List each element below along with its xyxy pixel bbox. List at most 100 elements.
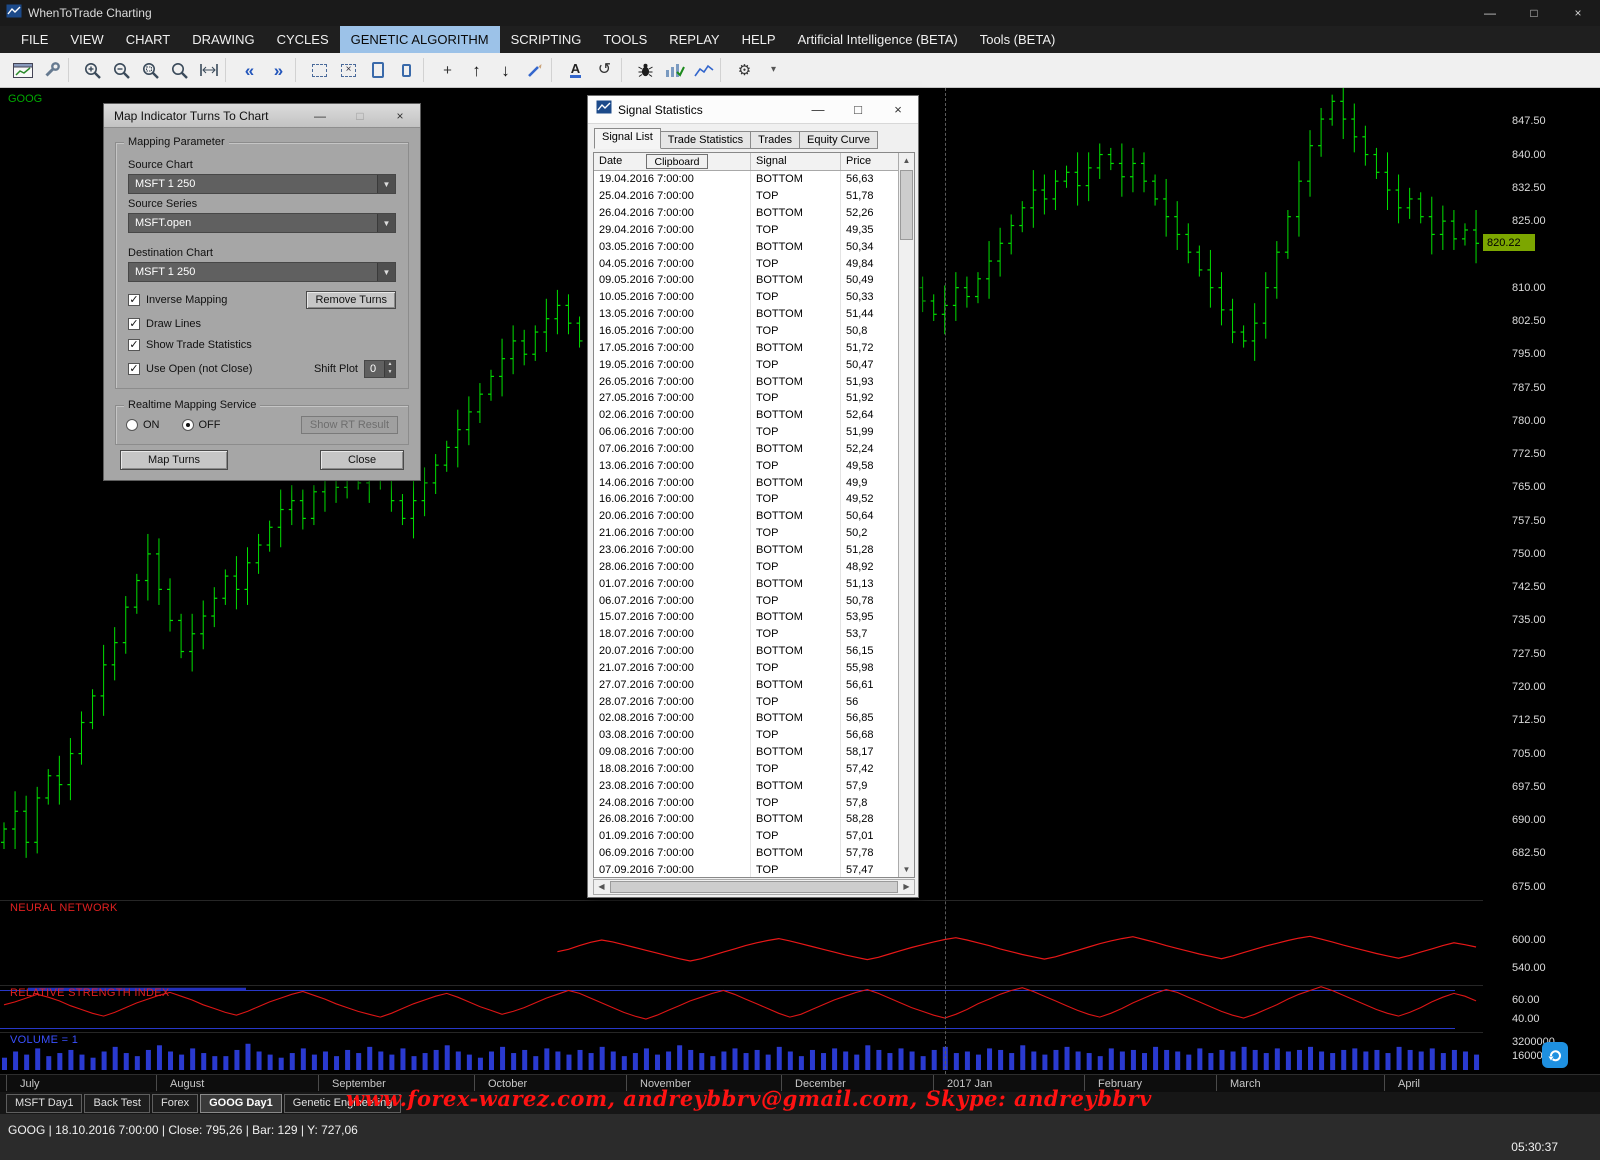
menu-drawing[interactable]: DRAWING — [181, 26, 265, 53]
signal-dialog-titlebar[interactable]: Signal Statistics — □ × — [588, 96, 918, 124]
scroll-right-icon[interactable]: ▶ — [899, 880, 914, 894]
signal-row[interactable]: 16.05.2016 7:00:00TOP50,8 — [594, 323, 898, 340]
signal-dialog-close-button[interactable]: × — [878, 96, 918, 124]
signal-row[interactable]: 27.05.2016 7:00:00TOP51,92 — [594, 390, 898, 407]
window-close-button[interactable]: × — [1556, 0, 1600, 26]
horizontal-scrollbar[interactable]: ◀ ▶ — [593, 879, 915, 895]
history-icon[interactable]: ↺ — [590, 56, 619, 85]
menu-help[interactable]: HELP — [731, 26, 787, 53]
signal-row[interactable]: 25.04.2016 7:00:00TOP51,78 — [594, 188, 898, 205]
signal-row[interactable]: 28.06.2016 7:00:00TOP48,92 — [594, 558, 898, 575]
signal-row[interactable]: 06.09.2016 7:00:00BOTTOM57,78 — [594, 845, 898, 862]
chevron-down-icon[interactable]: ▼ — [377, 175, 395, 193]
chart-tab-msft-day1[interactable]: MSFT Day1 — [6, 1094, 82, 1113]
signal-row[interactable]: 04.05.2016 7:00:00TOP49,84 — [594, 255, 898, 272]
scroll-down-icon[interactable]: ▼ — [899, 862, 914, 877]
signal-dialog-minimize-button[interactable]: — — [798, 96, 838, 124]
wrench-icon[interactable] — [37, 56, 66, 85]
signal-row[interactable]: 01.09.2016 7:00:00TOP57,01 — [594, 828, 898, 845]
chart-window-icon[interactable] — [8, 56, 37, 85]
signal-row[interactable]: 06.06.2016 7:00:00TOP51,99 — [594, 424, 898, 441]
signal-row[interactable]: 19.04.2016 7:00:00BOTTOM56,63 — [594, 171, 898, 188]
rsi-pane[interactable] — [0, 985, 1483, 1032]
tab-trades[interactable]: Trades — [750, 131, 800, 149]
signal-row[interactable]: 24.08.2016 7:00:00TOP57,8 — [594, 794, 898, 811]
signal-dialog-maximize-button[interactable]: □ — [838, 96, 878, 124]
pencil-icon[interactable] — [520, 56, 549, 85]
destination-chart-select[interactable]: MSFT 1 250 ▼ — [128, 262, 396, 282]
source-chart-select[interactable]: MSFT 1 250 ▼ — [128, 174, 396, 194]
scroll-left-icon[interactable]: « — [235, 56, 264, 85]
arrow-down-icon[interactable]: ↓ — [491, 56, 520, 85]
signal-row[interactable]: 15.07.2016 7:00:00BOTTOM53,95 — [594, 609, 898, 626]
signal-row[interactable]: 28.07.2016 7:00:00TOP56 — [594, 693, 898, 710]
signal-row[interactable]: 26.08.2016 7:00:00BOTTOM58,28 — [594, 811, 898, 828]
vertical-scrollbar[interactable]: ▲ ▼ — [898, 153, 914, 877]
menu-file[interactable]: FILE — [10, 26, 59, 53]
tab-signal-list[interactable]: Signal List — [594, 128, 661, 149]
map-dialog-minimize-button[interactable]: — — [300, 104, 340, 128]
signal-row[interactable]: 02.08.2016 7:00:00BOTTOM56,85 — [594, 710, 898, 727]
signal-row[interactable]: 14.06.2016 7:00:00BOTTOM49,9 — [594, 474, 898, 491]
column-header-signal[interactable]: Signal — [751, 153, 841, 170]
line-chart-icon[interactable] — [689, 56, 718, 85]
chart-check-icon[interactable] — [660, 56, 689, 85]
chart-tab-back-test[interactable]: Back Test — [84, 1094, 150, 1113]
signal-row[interactable]: 02.06.2016 7:00:00BOTTOM52,64 — [594, 407, 898, 424]
signal-row[interactable]: 17.05.2016 7:00:00BOTTOM51,72 — [594, 339, 898, 356]
signal-row[interactable]: 21.07.2016 7:00:00TOP55,98 — [594, 659, 898, 676]
draw-lines-checkbox[interactable]: ✓ — [128, 318, 140, 330]
shift-plot-spinner[interactable]: 0 ▲▼ — [364, 360, 396, 378]
scroll-left-icon[interactable]: ◀ — [594, 880, 609, 894]
rt-off-radio[interactable] — [182, 419, 194, 431]
column-header-price[interactable]: Price — [841, 153, 898, 170]
signal-row[interactable]: 26.05.2016 7:00:00BOTTOM51,93 — [594, 373, 898, 390]
sync-badge-icon[interactable] — [1542, 1042, 1568, 1068]
signal-row[interactable]: 07.06.2016 7:00:00BOTTOM52,24 — [594, 441, 898, 458]
tablet-icon[interactable] — [363, 56, 392, 85]
map-dialog-titlebar[interactable]: Map Indicator Turns To Chart — □ × — [104, 104, 420, 128]
zoom-in-icon[interactable] — [78, 56, 107, 85]
signal-row[interactable]: 07.09.2016 7:00:00TOP57,47 — [594, 862, 898, 877]
signal-row[interactable]: 03.05.2016 7:00:00BOTTOM50,34 — [594, 238, 898, 255]
dropdown-icon[interactable]: ▾ — [759, 56, 788, 85]
signal-row[interactable]: 06.07.2016 7:00:00TOP50,78 — [594, 592, 898, 609]
menu-tools-beta-[interactable]: Tools (BETA) — [969, 26, 1067, 53]
menu-cycles[interactable]: CYCLES — [266, 26, 340, 53]
zoom-reset-icon[interactable] — [165, 56, 194, 85]
signal-row[interactable]: 20.06.2016 7:00:00BOTTOM50,64 — [594, 508, 898, 525]
font-color-icon[interactable]: A — [561, 56, 590, 85]
signal-row[interactable]: 13.06.2016 7:00:00TOP49,58 — [594, 457, 898, 474]
signal-row[interactable]: 16.06.2016 7:00:00TOP49,52 — [594, 491, 898, 508]
signal-row[interactable]: 19.05.2016 7:00:00TOP50,47 — [594, 356, 898, 373]
signal-row[interactable]: 23.06.2016 7:00:00BOTTOM51,28 — [594, 542, 898, 559]
tab-trade-statistics[interactable]: Trade Statistics — [660, 131, 751, 149]
show-trade-statistics-checkbox[interactable]: ✓ — [128, 339, 140, 351]
signal-row[interactable]: 18.08.2016 7:00:00TOP57,42 — [594, 761, 898, 778]
signal-row[interactable]: 13.05.2016 7:00:00BOTTOM51,44 — [594, 306, 898, 323]
menu-replay[interactable]: REPLAY — [658, 26, 730, 53]
menu-genetic-algorithm[interactable]: GENETIC ALGORITHM — [340, 26, 500, 53]
signal-row[interactable]: 23.08.2016 7:00:00BOTTOM57,9 — [594, 777, 898, 794]
menu-artificial-intelligence-beta-[interactable]: Artificial Intelligence (BETA) — [787, 26, 969, 53]
tab-equity-curve[interactable]: Equity Curve — [799, 131, 878, 149]
source-series-select[interactable]: MSFT.open ▼ — [128, 213, 396, 233]
signal-row[interactable]: 26.04.2016 7:00:00BOTTOM52,26 — [594, 205, 898, 222]
signal-row[interactable]: 09.08.2016 7:00:00BOTTOM58,17 — [594, 744, 898, 761]
chart-tab-forex[interactable]: Forex — [152, 1094, 198, 1113]
bug-icon[interactable] — [631, 56, 660, 85]
menu-chart[interactable]: CHART — [115, 26, 182, 53]
plus-icon[interactable]: + — [433, 56, 462, 85]
chart-tab-goog-day1[interactable]: GOOG Day1 — [200, 1094, 282, 1113]
zoom-region-icon[interactable] — [136, 56, 165, 85]
signal-row[interactable]: 01.07.2016 7:00:00BOTTOM51,13 — [594, 575, 898, 592]
use-open-checkbox[interactable]: ✓ — [128, 363, 140, 375]
fit-width-icon[interactable] — [194, 56, 223, 85]
menu-view[interactable]: VIEW — [59, 26, 114, 53]
neural-network-pane[interactable] — [0, 900, 1483, 985]
chevron-down-icon[interactable]: ▼ — [377, 214, 395, 232]
gear-chart-icon[interactable]: ⚙ — [730, 56, 759, 85]
signal-row[interactable]: 27.07.2016 7:00:00BOTTOM56,61 — [594, 676, 898, 693]
close-button[interactable]: Close — [320, 450, 404, 470]
window-minimize-button[interactable]: — — [1468, 0, 1512, 26]
